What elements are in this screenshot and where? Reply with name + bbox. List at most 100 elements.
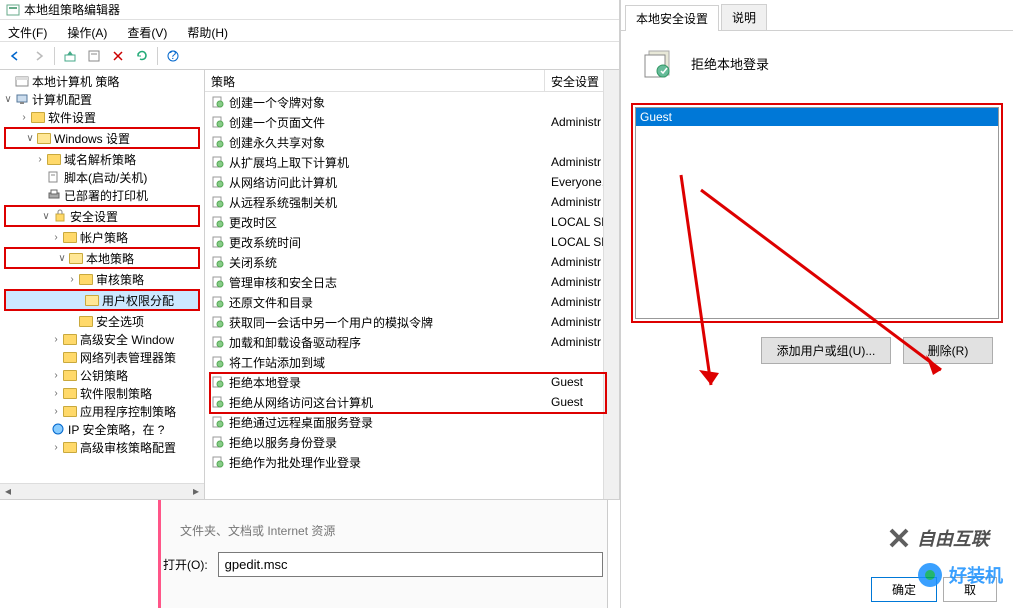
policy-item-icon [211,455,225,469]
policy-row[interactable]: 关闭系统Administr [205,252,619,272]
policy-list: 创建一个令牌对象创建一个页面文件Administr 创建永久共享对象从扩展坞上取下… [205,92,619,499]
delete-button[interactable] [107,45,129,67]
bottom-fragment: 文件夹、文档或 Internet 资源 打开(O): [0,500,620,608]
policy-name: 从远程系统强制关机 [229,194,337,211]
refresh-button[interactable] [131,45,153,67]
policy-name: 创建永久共享对象 [229,134,325,151]
remove-button[interactable]: 删除(R) [903,337,993,364]
tree-adv-audit[interactable]: ›高级审核策略配置 [0,438,204,456]
policy-row[interactable]: 更改时区LOCAL SE [205,212,619,232]
tree-h-scrollbar[interactable]: ◂▸ [0,483,204,499]
policy-row[interactable]: 将工作站添加到域 [205,352,619,372]
policy-row[interactable]: 创建一个页面文件Administr [205,112,619,132]
tab-explain[interactable]: 说明 [721,4,767,30]
tree-security-options[interactable]: 安全选项 [0,312,204,330]
run-label: 打开(O): [163,556,208,573]
policy-row[interactable]: 创建一个令牌对象 [205,92,619,112]
policy-name: 更改系统时间 [229,234,301,251]
policy-item-icon [211,115,225,129]
tree-public-key[interactable]: ›公钥策略 [0,366,204,384]
policy-item-icon [211,195,225,209]
tree-windows-settings[interactable]: ∨Windows 设置 [6,129,198,147]
policy-row[interactable]: 管理审核和安全日志Administr [205,272,619,292]
tree-audit-policy[interactable]: ›审核策略 [0,270,204,288]
policy-item-icon [211,175,225,189]
help-button[interactable]: ? [162,45,184,67]
policy-header: 拒绝本地登录 [621,31,1013,95]
menu-help[interactable]: 帮助(H) [183,22,232,39]
policy-row[interactable]: 从网络访问此计算机Everyone, [205,172,619,192]
props-button[interactable] [83,45,105,67]
tree-software-restrict[interactable]: ›软件限制策略 [0,384,204,402]
user-list-box: Guest [631,103,1003,323]
policy-name: 将工作站添加到域 [229,354,325,371]
policy-name: 拒绝以服务身份登录 [229,434,337,451]
policy-name: 拒绝本地登录 [229,374,301,391]
policy-icon [641,45,677,81]
main-area: 本地计算机 策略 ∨计算机配置 ›软件设置 ∨Windows 设置 ›域名解析策… [0,70,619,500]
tree-network-list[interactable]: 网络列表管理器策 [0,348,204,366]
svg-text:?: ? [170,49,177,62]
tree-software-settings[interactable]: ›软件设置 [0,108,204,126]
tree-name-resolution[interactable]: ›域名解析策略 [0,150,204,168]
policy-row[interactable]: 拒绝以服务身份登录 [205,432,619,452]
tree-ip-security[interactable]: IP 安全策略，在 ? [0,420,204,438]
policy-row[interactable]: 还原文件和目录Administr [205,292,619,312]
tree-user-rights[interactable]: 用户权限分配 [6,291,198,309]
tree-security-settings[interactable]: ∨安全设置 [6,207,198,225]
tree-scripts[interactable]: 脚本(启动/关机) [0,168,204,186]
policy-row[interactable]: 拒绝从网络访问这台计算机Guest [205,392,619,412]
policy-row[interactable]: 更改系统时间LOCAL SE [205,232,619,252]
list-v-scrollbar[interactable] [603,70,619,499]
forward-button[interactable] [28,45,50,67]
policy-name: 还原文件和目录 [229,294,313,311]
policy-row[interactable]: 拒绝通过远程桌面服务登录 [205,412,619,432]
tree-pane: 本地计算机 策略 ∨计算机配置 ›软件设置 ∨Windows 设置 ›域名解析策… [0,70,205,499]
watermark-2: 好装机 [915,560,1003,590]
policy-row[interactable]: 从远程系统强制关机Administr [205,192,619,212]
add-user-button[interactable]: 添加用户或组(U)... [761,337,891,364]
tree-printers[interactable]: 已部署的打印机 [0,186,204,204]
menu-view[interactable]: 查看(V) [123,22,171,39]
gpedit-window: 本地组策略编辑器 文件(F) 操作(A) 查看(V) 帮助(H) ? 本地计算机… [0,0,620,500]
policy-item-icon [211,135,225,149]
policy-name: 创建一个令牌对象 [229,94,325,111]
run-input[interactable] [218,552,603,577]
tree-computer-config[interactable]: ∨计算机配置 [0,90,204,108]
policy-item-icon [211,275,225,289]
policy-title: 拒绝本地登录 [691,54,769,73]
policy-item-icon [211,355,225,369]
back-button[interactable] [4,45,26,67]
policy-row[interactable]: 加载和卸载设备驱动程序Administr [205,332,619,352]
policy-row[interactable]: 获取同一会话中另一个用户的模拟令牌Administr [205,312,619,332]
tree-adv-firewall[interactable]: ›高级安全 Window [0,330,204,348]
policy-name: 拒绝从网络访问这台计算机 [229,394,373,411]
watermark-1: 自由互联 [885,524,989,552]
menu-file[interactable]: 文件(F) [4,22,51,39]
run-hint: 文件夹、文档或 Internet 资源 [180,522,335,539]
list-header: 策略 安全设置 [205,70,619,92]
policy-name: 从网络访问此计算机 [229,174,337,191]
policy-item-icon [211,215,225,229]
policy-name: 拒绝作为批处理作业登录 [229,454,361,471]
policy-name: 创建一个页面文件 [229,114,325,131]
policy-row[interactable]: 拒绝作为批处理作业登录 [205,452,619,472]
policy-item-icon [211,415,225,429]
policy-row[interactable]: 拒绝本地登录Guest [205,372,619,392]
policy-item-icon [211,155,225,169]
up-button[interactable] [59,45,81,67]
tree-account-policies[interactable]: ›帐户策略 [0,228,204,246]
menu-action[interactable]: 操作(A) [63,22,111,39]
tab-local-security[interactable]: 本地安全设置 [625,5,719,31]
policy-item-icon [211,315,225,329]
tree-root[interactable]: 本地计算机 策略 [0,72,204,90]
tree-local-policies[interactable]: ∨本地策略 [6,249,198,267]
policy-name: 更改时区 [229,214,277,231]
tree-app-control[interactable]: ›应用程序控制策略 [0,402,204,420]
policy-row[interactable]: 创建永久共享对象 [205,132,619,152]
policy-row[interactable]: 从扩展坞上取下计算机Administr [205,152,619,172]
policy-name: 关闭系统 [229,254,277,271]
col-policy[interactable]: 策略 [205,70,545,91]
user-list-item[interactable]: Guest [636,108,998,126]
policy-item-icon [211,375,225,389]
